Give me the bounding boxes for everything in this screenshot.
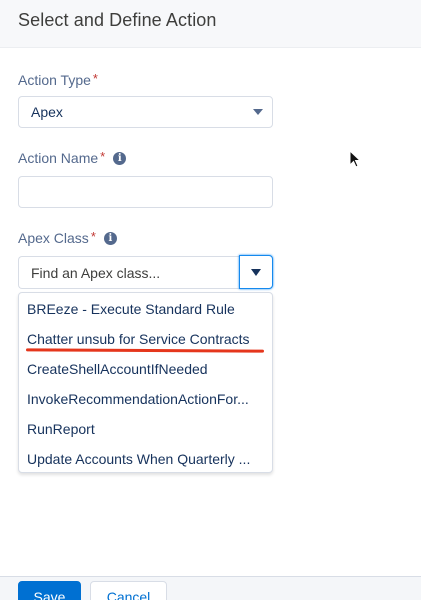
caret-down-icon (251, 269, 261, 276)
list-item[interactable]: InvokeRecommendationActionFor... (19, 384, 272, 414)
action-type-select[interactable]: Apex (18, 96, 273, 128)
action-name-label-text: Action Name (18, 150, 99, 166)
list-item[interactable]: CreateShellAccountIfNeeded (19, 354, 272, 384)
required-asterisk: * (100, 148, 106, 164)
action-type-label: Action Type * (18, 70, 98, 89)
cancel-button[interactable]: Cancel (90, 581, 167, 600)
modal-header: Select and Define Action (0, 0, 421, 48)
action-type-label-text: Action Type (18, 72, 91, 88)
info-icon[interactable]: i (113, 151, 127, 165)
list-item[interactable]: Update Accounts When Quarterly ... (19, 444, 272, 474)
action-type-value: Apex (31, 104, 63, 120)
apex-class-search-input[interactable] (18, 256, 239, 289)
save-button[interactable]: Save (18, 581, 81, 600)
apex-class-label-text: Apex Class (18, 230, 89, 246)
apex-class-label: Apex Class * i (18, 228, 117, 246)
required-asterisk: * (92, 70, 98, 86)
modal-title: Select and Define Action (18, 10, 217, 30)
list-item[interactable]: RunReport (19, 414, 272, 444)
apex-class-options-list: BREeze - Execute Standard Rule Chatter u… (18, 292, 273, 473)
action-name-input[interactable] (18, 176, 273, 208)
list-item[interactable]: BREeze - Execute Standard Rule (19, 294, 272, 324)
apex-class-dropdown-button[interactable] (239, 255, 273, 289)
required-asterisk: * (90, 228, 96, 244)
mouse-pointer-icon (349, 150, 361, 168)
info-icon[interactable]: i (103, 231, 117, 245)
chevron-down-icon (253, 109, 263, 115)
action-name-label: Action Name * i (18, 148, 127, 166)
